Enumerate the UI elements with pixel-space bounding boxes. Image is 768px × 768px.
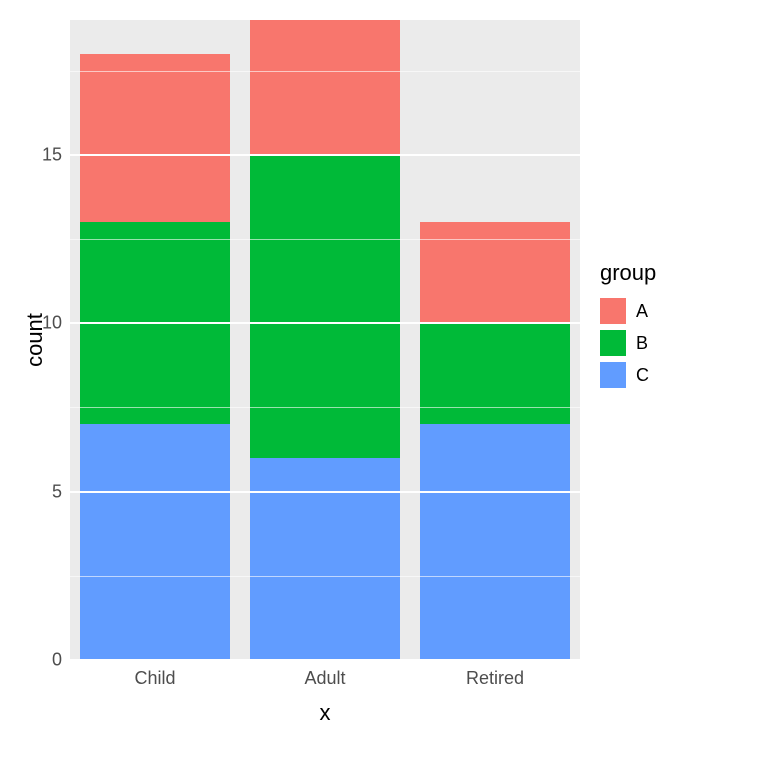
bar-segment-A — [420, 222, 570, 323]
legend-label: A — [636, 301, 648, 322]
legend-item: C — [600, 362, 656, 388]
y-tick-label: 5 — [12, 481, 62, 502]
bar-column — [420, 222, 570, 660]
bar-segment-C — [80, 424, 230, 660]
grid-major — [70, 659, 580, 661]
legend-label: B — [636, 333, 648, 354]
x-axis-label: x — [70, 700, 580, 726]
legend-swatch — [600, 362, 626, 388]
grid-major — [70, 154, 580, 156]
bar-segment-C — [250, 458, 400, 660]
grid-major — [70, 491, 580, 493]
bar-segment-C — [420, 424, 570, 660]
legend-title: group — [600, 260, 656, 286]
plot-panel — [70, 20, 580, 660]
legend-swatch — [600, 330, 626, 356]
grid-minor — [70, 576, 580, 577]
y-tick-label: 0 — [12, 650, 62, 671]
legend: group ABC — [600, 260, 656, 394]
grid-minor — [70, 239, 580, 240]
legend-swatch — [600, 298, 626, 324]
bar-segment-B — [420, 323, 570, 424]
bar-segment-A — [250, 20, 400, 155]
legend-item: A — [600, 298, 656, 324]
x-tick-label: Adult — [304, 668, 345, 689]
bar-column — [80, 54, 230, 660]
bar-segment-B — [250, 155, 400, 458]
bar-segment-A — [80, 54, 230, 222]
grid-major — [70, 322, 580, 324]
y-tick-label: 15 — [12, 144, 62, 165]
bars-layer — [70, 20, 580, 660]
grid-minor — [70, 71, 580, 72]
stacked-bar-chart: 051015 ChildAdultRetired count x group A… — [0, 0, 768, 768]
x-tick-label: Child — [134, 668, 175, 689]
y-axis-label: count — [22, 313, 48, 367]
legend-item: B — [600, 330, 656, 356]
x-tick-label: Retired — [466, 668, 524, 689]
grid-minor — [70, 407, 580, 408]
legend-label: C — [636, 365, 649, 386]
bar-column — [250, 20, 400, 660]
